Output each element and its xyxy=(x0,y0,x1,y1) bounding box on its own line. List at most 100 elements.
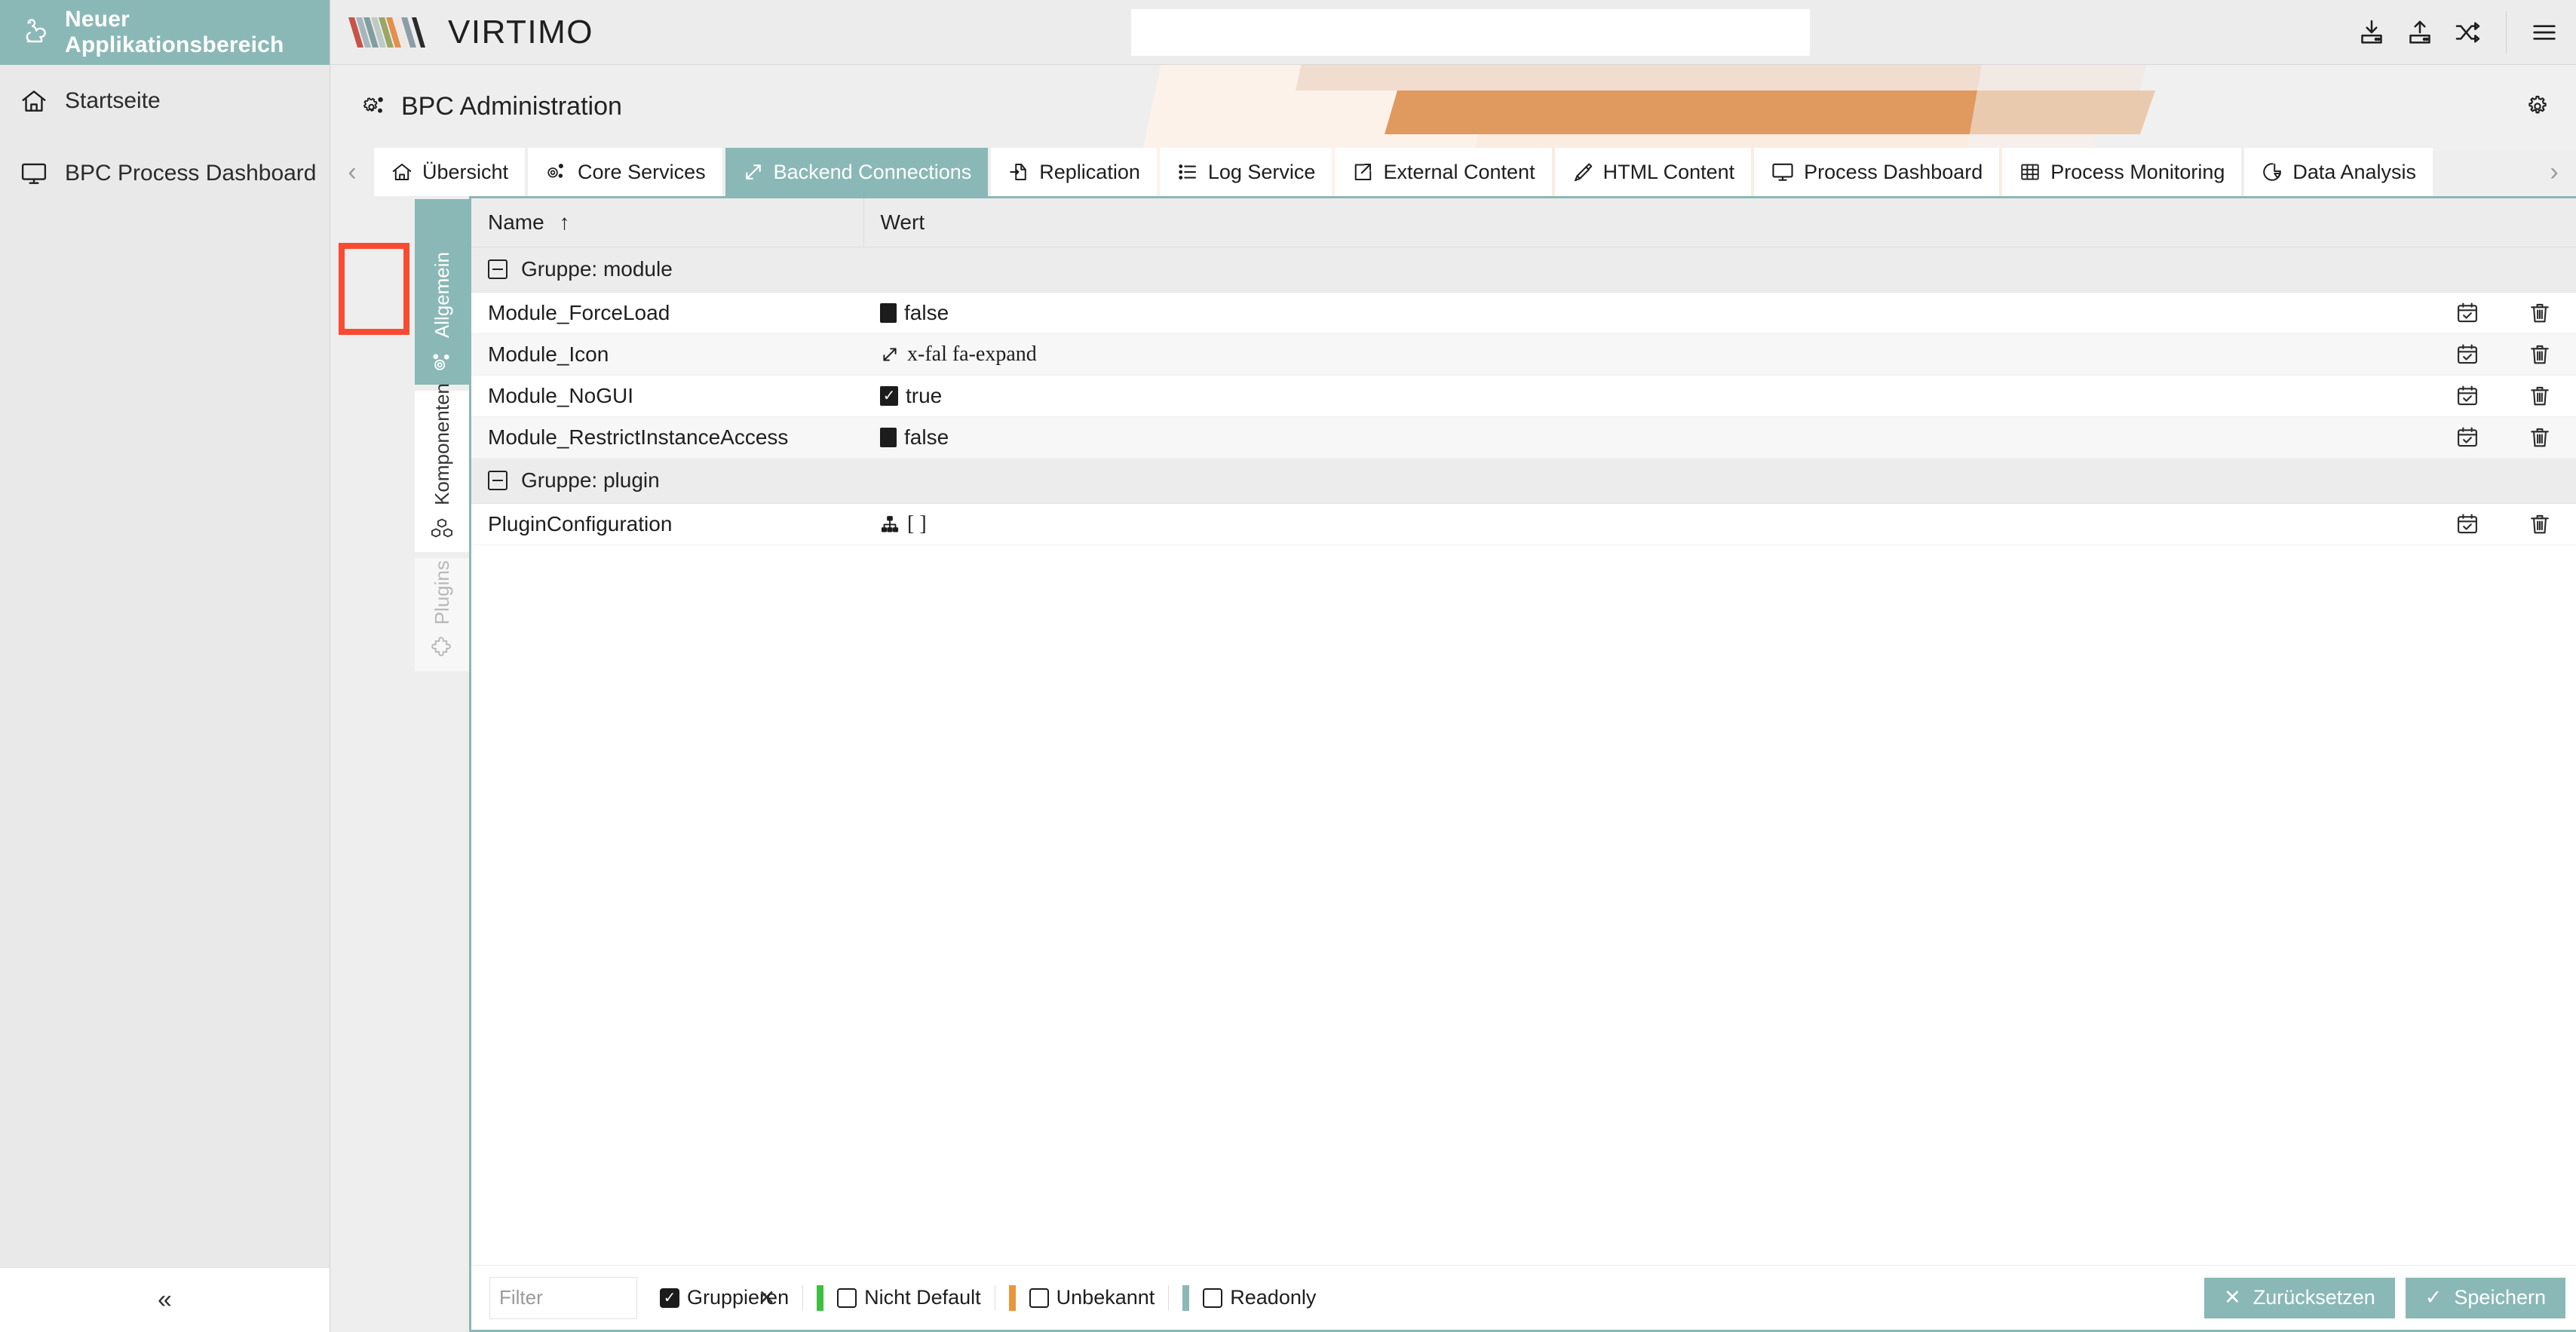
sidebar-spacer xyxy=(0,210,330,1267)
import-icon[interactable] xyxy=(2348,0,2396,65)
tab-process-monitoring[interactable]: Process Monitoring xyxy=(2002,148,2241,196)
table-group-row[interactable]: Gruppe: module xyxy=(471,247,2576,292)
global-search-input[interactable] xyxy=(1131,9,1810,56)
vertical-tab-plugins[interactable]: Plugins xyxy=(415,558,469,671)
value-text: true xyxy=(906,384,942,408)
hamburger-menu-icon[interactable] xyxy=(2520,0,2568,65)
tab-label: Backend Connections xyxy=(774,161,972,184)
tab-core-services[interactable]: Core Services xyxy=(528,148,722,196)
color-swatch-green xyxy=(817,1285,823,1311)
tab-scroll-left-icon[interactable]: ‹ xyxy=(330,148,374,196)
save-button[interactable]: ✓ Speichern xyxy=(2406,1278,2565,1318)
save-button-label: Speichern xyxy=(2454,1286,2546,1309)
close-icon: ✕ xyxy=(2224,1286,2241,1309)
column-header-wert[interactable]: Wert xyxy=(863,198,2431,247)
value-text: false xyxy=(904,425,949,450)
external-link-icon xyxy=(1351,161,1374,183)
checkbox-unchecked-icon xyxy=(1029,1288,1049,1308)
page-title: BPC Administration xyxy=(401,92,622,121)
collapse-group-icon[interactable] xyxy=(488,471,508,490)
table-row[interactable]: Module_Icon x-fal fa-expand xyxy=(471,333,2576,375)
row-action-schedule[interactable] xyxy=(2431,333,2504,375)
row-action-delete[interactable] xyxy=(2504,503,2576,545)
tab-process-dashboard[interactable]: Process Dashboard xyxy=(1754,148,1999,196)
top-bar: VIRTIMO xyxy=(330,0,2576,65)
gear-icon[interactable] xyxy=(2525,94,2550,119)
calendar-check-icon xyxy=(2455,511,2480,537)
expand-arrows-icon xyxy=(742,161,765,183)
puzzle-icon xyxy=(429,635,455,661)
collapse-group-icon[interactable] xyxy=(488,259,508,279)
monitor-icon xyxy=(20,159,48,188)
expand-arrows-icon xyxy=(880,345,900,364)
table-row[interactable]: PluginConfiguration xyxy=(471,503,2576,545)
sidebar-collapse-button[interactable]: « xyxy=(0,1267,330,1332)
filter-checkbox-group: ✓ Gruppieren Nicht Default xyxy=(651,1285,1325,1311)
checkbox-nicht-default[interactable]: Nicht Default xyxy=(808,1285,990,1311)
vertical-tab-komponenten[interactable]: Komponenten xyxy=(415,391,469,552)
vertical-tab-label: Plugins xyxy=(431,560,454,625)
reset-button[interactable]: ✕ Zurücksetzen xyxy=(2204,1278,2395,1318)
export-icon[interactable] xyxy=(2396,0,2444,65)
sidebar-header-application-area[interactable]: Neuer Applikationsbereich xyxy=(0,0,330,65)
tab-log-service[interactable]: Log Service xyxy=(1160,148,1332,196)
filter-container: ✕ xyxy=(489,1277,637,1319)
checkbox-gruppieren[interactable]: ✓ Gruppieren xyxy=(651,1286,798,1309)
row-action-delete[interactable] xyxy=(2504,292,2576,333)
tab-scroll-right-icon[interactable]: › xyxy=(2532,148,2576,196)
sidebar-header-label: Neuer Applikationsbereich xyxy=(65,7,330,58)
row-action-schedule[interactable] xyxy=(2431,292,2504,333)
tab-label: Process Monitoring xyxy=(2050,161,2225,184)
checkbox-filled-icon xyxy=(880,303,897,323)
pie-chart-icon xyxy=(2261,161,2283,183)
divider xyxy=(802,1285,803,1311)
row-action-schedule[interactable] xyxy=(2431,416,2504,458)
tab-data-analysis[interactable]: Data Analysis xyxy=(2244,148,2433,196)
column-header-name[interactable]: Name ↑ xyxy=(471,198,863,247)
cell-value[interactable]: false xyxy=(863,292,2431,333)
vertical-tab-allgemein[interactable]: Allgemein xyxy=(415,199,469,385)
top-bar-icons xyxy=(2348,0,2576,65)
shuffle-icon[interactable] xyxy=(2444,0,2492,65)
tab-label: HTML Content xyxy=(1603,161,1735,184)
gears-icon xyxy=(362,93,389,120)
tab-external-content[interactable]: External Content xyxy=(1335,148,1551,196)
table-empty-space xyxy=(471,545,2576,1266)
table-header-row: Name ↑ Wert xyxy=(471,198,2576,247)
checkbox-unbekannt[interactable]: Unbekannt xyxy=(1000,1285,1164,1311)
squirrel-icon xyxy=(20,17,50,48)
virtimo-logo[interactable]: VIRTIMO xyxy=(330,13,593,52)
settings-table: Name ↑ Wert xyxy=(471,198,2576,545)
checkbox-readonly[interactable]: Readonly xyxy=(1173,1285,1325,1311)
cell-value[interactable]: ✓ true xyxy=(863,375,2431,416)
checkbox-checked-icon: ✓ xyxy=(660,1288,679,1308)
table-row[interactable]: Module_NoGUI ✓ true xyxy=(471,375,2576,416)
checkbox-label: Readonly xyxy=(1230,1286,1316,1309)
checkbox-unchecked-icon xyxy=(837,1288,857,1308)
sort-ascending-icon: ↑ xyxy=(559,210,569,234)
row-action-schedule[interactable] xyxy=(2431,375,2504,416)
row-action-delete[interactable] xyxy=(2504,416,2576,458)
file-import-icon xyxy=(1007,161,1030,183)
sidebar-item-bpc-process-dashboard[interactable]: BPC Process Dashboard xyxy=(0,137,330,210)
vertical-tab-list: Allgemein Komponenten xyxy=(415,196,469,1332)
table-row[interactable]: Module_RestrictInstanceAccess false xyxy=(471,416,2576,458)
row-action-delete[interactable] xyxy=(2504,333,2576,375)
cell-value[interactable]: false xyxy=(863,416,2431,458)
tab-replication[interactable]: Replication xyxy=(991,148,1157,196)
table-group-row[interactable]: Gruppe: plugin xyxy=(471,458,2576,503)
vertical-tab-label: Komponenten xyxy=(431,383,454,505)
tab-html-content[interactable]: HTML Content xyxy=(1555,148,1752,196)
tab-uebersicht[interactable]: Übersicht xyxy=(374,148,525,196)
sidebar-item-startseite[interactable]: Startseite xyxy=(0,65,330,137)
row-action-delete[interactable] xyxy=(2504,375,2576,416)
calendar-check-icon xyxy=(2455,342,2480,367)
tab-list: Übersicht Core Services xyxy=(374,148,2532,196)
tab-backend-connections[interactable]: Backend Connections xyxy=(725,148,989,196)
sidebar-item-label: Startseite xyxy=(65,88,161,114)
cell-value[interactable]: x-fal fa-expand xyxy=(863,333,2431,375)
cell-value[interactable]: [ ] xyxy=(863,503,2431,545)
row-action-schedule[interactable] xyxy=(2431,503,2504,545)
table-row[interactable]: Module_ForceLoad false xyxy=(471,292,2576,333)
chevron-double-left-icon: « xyxy=(158,1285,172,1315)
